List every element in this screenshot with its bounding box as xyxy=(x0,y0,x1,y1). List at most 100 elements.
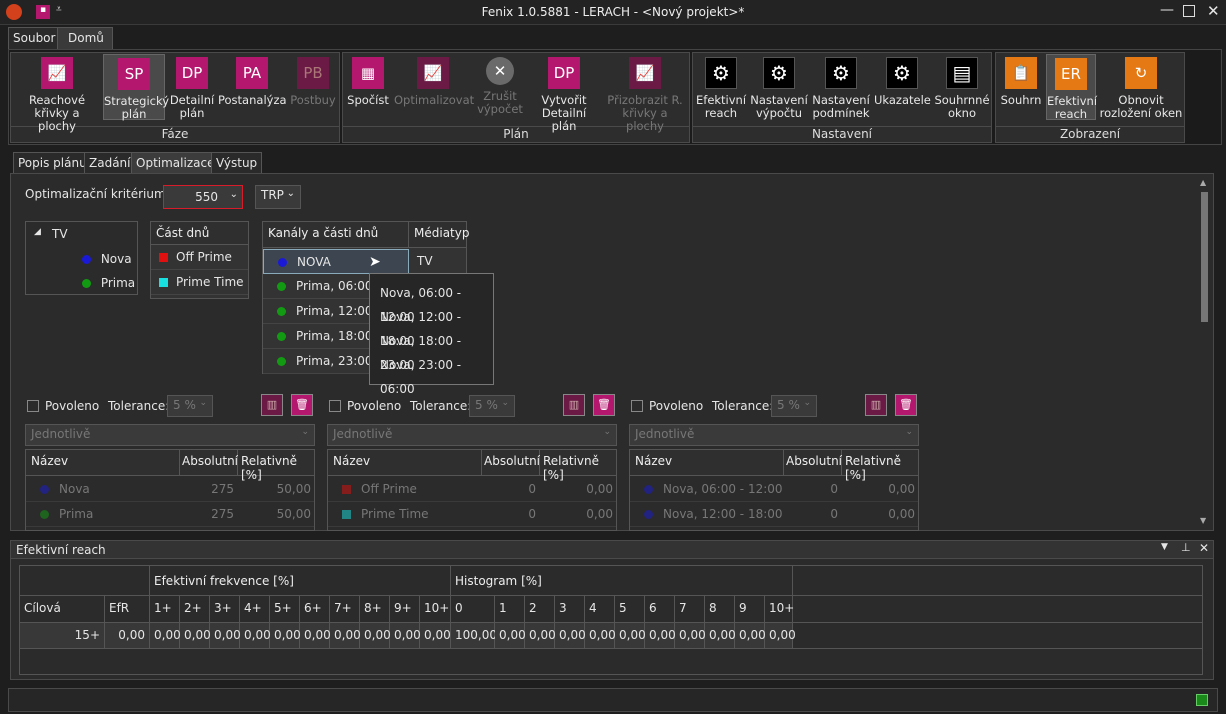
chevron-down-icon: ⌄ xyxy=(229,189,238,200)
window-icon: ▤ xyxy=(946,57,978,89)
chart-button[interactable]: ▥ xyxy=(563,394,585,416)
scrollbar-thumb[interactable] xyxy=(1201,192,1208,322)
col-name-header: Název xyxy=(26,450,180,476)
er-cell: 15+ xyxy=(20,623,105,649)
conditions-settings-label: Nastavení podmínek xyxy=(812,93,870,120)
show-reach-curves-button[interactable]: 📈 Přizobrazit R. křivky a plochy xyxy=(602,54,688,133)
menu-home[interactable]: Domů xyxy=(57,27,113,49)
spocist-button[interactable]: ▦ Spočíst xyxy=(345,54,391,120)
square-icon xyxy=(342,485,351,494)
constraint-row[interactable]: Prima 275 50,00 xyxy=(26,502,314,527)
cast-dnu-prime-time[interactable]: Prime Time xyxy=(151,270,248,295)
tree-item-prima[interactable]: Prima xyxy=(82,276,135,290)
povoleno-label: Povoleno xyxy=(649,399,704,413)
constraint-row[interactable]: Nova 275 50,00 xyxy=(26,477,314,502)
minimize-icon[interactable]: — xyxy=(1160,2,1174,18)
constraint-row[interactable]: Off Prime 0 0,00 xyxy=(328,477,616,502)
dp-icon: DP xyxy=(176,57,208,89)
ukazatele-button[interactable]: ⚙ Ukazatele xyxy=(874,54,931,120)
tree-item-nova[interactable]: Nova xyxy=(82,252,132,266)
efektivni-reach-settings-button[interactable]: ⚙ Efektivní reach xyxy=(696,54,746,120)
mode-dropdown[interactable]: Jednotlivě ⌄ xyxy=(25,424,315,446)
constraint-row[interactable]: Prime Time 0 0,00 xyxy=(328,502,616,527)
tolerance-value: 5 % xyxy=(475,398,498,412)
conditions-settings-button[interactable]: ⚙ Nastavení podmínek xyxy=(811,54,871,120)
mode-dropdown[interactable]: Jednotlivě ⌄ xyxy=(629,424,919,446)
chart-button[interactable]: ▥ xyxy=(865,394,887,416)
povoleno-checkbox[interactable] xyxy=(329,400,341,412)
strategic-plan-button[interactable]: SP Strategický plán xyxy=(103,54,169,121)
mode-dropdown[interactable]: Jednotlivě ⌄ xyxy=(327,424,617,446)
delete-button[interactable]: 🗑 xyxy=(593,394,615,416)
tolerance-dropdown[interactable]: 5 % ⌄ xyxy=(167,395,213,417)
green-dot-icon xyxy=(82,279,91,288)
vertical-scrollbar[interactable]: ▲ ▼ xyxy=(1200,178,1210,528)
unit-dropdown[interactable]: TRP ⌄ xyxy=(255,185,301,209)
green-dot-icon xyxy=(277,282,286,291)
reset-layout-button[interactable]: ↻ Obnovit rozložení oken xyxy=(1099,54,1183,120)
constraint-row[interactable]: Nova, 06:00 - 12:00 0 0,00 xyxy=(630,477,918,502)
summary-window-label: Souhrnné okno xyxy=(934,93,990,120)
postanalyza-button[interactable]: PA Postanalýza xyxy=(218,54,287,120)
cancel-calculation-button[interactable]: ✕ Zrušit výpočet xyxy=(474,54,526,120)
constraint-name: Prime Time xyxy=(361,507,429,521)
panel-menu-icon[interactable]: ▼ xyxy=(1161,542,1168,552)
chevron-down-icon: ⌄ xyxy=(301,427,309,437)
reach-curves-button[interactable]: 📈 Reachové křivky a plochy xyxy=(14,54,100,133)
tolerance-dropdown[interactable]: 5 % ⌄ xyxy=(469,395,515,417)
er-cell: 0,00 xyxy=(360,623,391,649)
tab-vystup[interactable]: Výstup xyxy=(211,152,263,174)
postbuy-label: Postbuy xyxy=(290,93,336,107)
chevron-down-icon: ⌄ xyxy=(286,188,295,199)
create-detail-plan-button[interactable]: DP Vytvořit Detailní plán xyxy=(528,54,600,133)
maximize-icon[interactable] xyxy=(1183,5,1195,17)
unit-value: TRP xyxy=(261,188,284,202)
chart-button[interactable]: ▥ xyxy=(261,394,283,416)
calc-settings-button[interactable]: ⚙ Nastavení výpočtu xyxy=(750,54,808,120)
col-abs-header: Absolutní xyxy=(482,450,540,476)
title-bar: ▪ ⩡ Fenix 1.0.5881 - LERACH - <Nový proj… xyxy=(0,0,1226,25)
delete-button[interactable]: 🗑 xyxy=(895,394,917,416)
close-icon[interactable]: ✕ xyxy=(1199,541,1209,555)
reach-curves-label: Reachové křivky a plochy xyxy=(28,93,86,133)
kanal-row-nova[interactable]: NOVA xyxy=(263,249,409,274)
souhrn-button[interactable]: 📋 Souhrn xyxy=(999,54,1043,120)
er-column-header: 4 xyxy=(585,596,615,623)
efektivni-reach-view-button[interactable]: ER Efektivní reach xyxy=(1046,54,1097,121)
povoleno-checkbox[interactable] xyxy=(631,400,643,412)
sp-icon: SP xyxy=(118,58,150,90)
er-corner xyxy=(20,566,150,596)
refresh-icon: ↻ xyxy=(1125,57,1157,89)
tab-zadani[interactable]: Zadání xyxy=(84,152,136,174)
menu-file[interactable]: Soubor xyxy=(8,27,61,49)
collapse-arrow-icon[interactable]: ◢ xyxy=(34,227,41,237)
trash-icon: 🗑 xyxy=(295,398,309,411)
detail-plan-button[interactable]: DP Detailní plán xyxy=(168,54,216,120)
pin-icon[interactable]: ⊥ xyxy=(1181,541,1191,554)
er-column-header: 6 xyxy=(645,596,675,623)
create-detail-plan-label: Vytvořit Detailní plán xyxy=(541,93,587,133)
cast-dnu-off-prime[interactable]: Off Prime xyxy=(151,245,248,270)
constraint-row[interactable]: Nova, 12:00 - 18:00 0 0,00 xyxy=(630,502,918,527)
scroll-up-icon[interactable]: ▲ xyxy=(1200,178,1206,187)
optimalizovat-button[interactable]: 📈 Optimalizovat xyxy=(394,54,474,120)
group-zobrazeni-label: Zobrazení xyxy=(996,126,1184,142)
trash-icon: 🗑 xyxy=(597,398,611,411)
postbuy-button[interactable]: PB Postbuy xyxy=(288,54,338,120)
kanal-label: Prima, 12:00 - xyxy=(296,304,381,318)
er-cell: 0,00 xyxy=(420,623,451,649)
close-icon[interactable]: ✕ xyxy=(1207,2,1220,20)
tab-optimalizace[interactable]: Optimalizace xyxy=(131,152,220,174)
constraint-abs: 275 xyxy=(211,482,234,496)
summary-window-button[interactable]: ▤ Souhrnné okno xyxy=(933,54,991,120)
ukazatele-label: Ukazatele xyxy=(874,93,931,107)
tab-popis-planu[interactable]: Popis plánu xyxy=(13,152,92,174)
scroll-down-icon[interactable]: ▼ xyxy=(1200,516,1206,525)
tolerance-dropdown[interactable]: 5 % ⌄ xyxy=(771,395,817,417)
tree-root[interactable]: TV xyxy=(52,227,68,241)
opt-criterion-input[interactable]: 550 ⌄ xyxy=(163,185,243,209)
delete-button[interactable]: 🗑 xyxy=(291,394,313,416)
povoleno-checkbox[interactable] xyxy=(27,400,39,412)
tolerance-value: 5 % xyxy=(777,398,800,412)
er-column-header: 2+ xyxy=(180,596,210,623)
